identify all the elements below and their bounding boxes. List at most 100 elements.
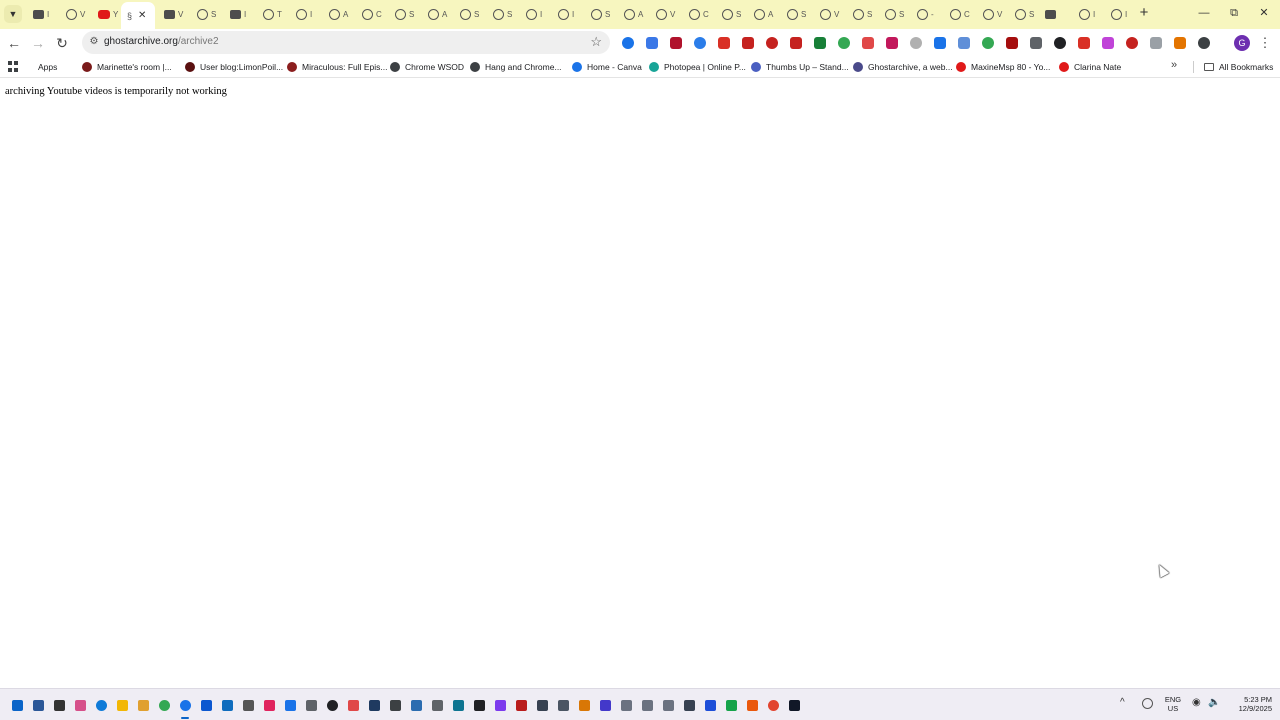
browser-tab[interactable]: S (1012, 5, 1042, 23)
extension-icon[interactable] (907, 34, 925, 52)
url-text[interactable]: ghostarchive.org/archive2 (104, 36, 219, 47)
close-tab-icon[interactable]: ✕ (138, 10, 146, 21)
browser-tab[interactable]: I (227, 5, 257, 23)
system-clock[interactable]: 5:23 PM 12/9/2025 (1226, 695, 1272, 713)
extension-icon[interactable] (619, 34, 637, 52)
taskbar-app-18-icon[interactable] (366, 696, 382, 714)
taskbar-app-24-icon[interactable] (492, 696, 508, 714)
restore-button[interactable]: ⧉ (1224, 4, 1244, 22)
extension-icon[interactable] (883, 34, 901, 52)
taskbar-app-38-icon[interactable] (786, 696, 802, 714)
bookmark-item[interactable]: Hang and Chrome... (470, 59, 562, 75)
taskbar-app-15-icon[interactable] (303, 696, 319, 714)
show-hidden-icons-button[interactable]: ^ (1120, 697, 1125, 708)
address-bar[interactable]: ⚙ ghostarchive.org/archive2 ☆ (82, 31, 610, 54)
reload-button[interactable]: ↻ (52, 33, 72, 53)
browser-tab[interactable]: C (947, 5, 977, 23)
browser-tab[interactable]: I (293, 5, 323, 23)
taskbar-media-icon[interactable] (324, 696, 340, 714)
all-bookmarks-button[interactable]: All Bookmarks (1204, 59, 1273, 75)
browser-tab[interactable]: A (751, 5, 781, 23)
taskbar-app-17-icon[interactable] (345, 696, 361, 714)
bookmark-item[interactable]: Home - Canva (572, 59, 642, 75)
taskbar-app-23-icon[interactable] (471, 696, 487, 714)
extension-icon[interactable] (763, 34, 781, 52)
taskbar-chrome-icon[interactable] (156, 696, 172, 714)
extension-icon[interactable] (1027, 34, 1045, 52)
browser-tab[interactable]: V (63, 5, 93, 23)
network-tray-icon[interactable] (1142, 698, 1153, 709)
tab-search-button[interactable]: ▼ (4, 5, 22, 23)
browser-tab[interactable]: I (1108, 5, 1138, 23)
apps-grid-icon[interactable] (8, 61, 19, 72)
browser-tab[interactable]: I (523, 5, 553, 23)
taskbar-app-20-icon[interactable] (408, 696, 424, 714)
taskbar-file-explorer-icon[interactable] (114, 696, 130, 714)
volume-icon[interactable]: 🔈 (1208, 697, 1220, 708)
bookmark-item[interactable]: MaxineMsp 80 - Yo... (956, 59, 1050, 75)
browser-tab[interactable]: I (30, 5, 60, 23)
extension-icon[interactable] (715, 34, 733, 52)
taskbar-app-29-icon[interactable] (597, 696, 613, 714)
extension-icon[interactable] (1123, 34, 1141, 52)
language-indicator[interactable]: ENG US (1164, 695, 1182, 713)
bookmarks-overflow-button[interactable]: » (1171, 59, 1177, 71)
extension-icon[interactable] (955, 34, 973, 52)
taskbar-outlook-icon[interactable] (219, 696, 235, 714)
taskbar-app-14-icon[interactable] (282, 696, 298, 714)
taskbar-app-4-icon[interactable] (72, 696, 88, 714)
taskbar-app-32-icon[interactable] (660, 696, 676, 714)
extension-icon[interactable] (1075, 34, 1093, 52)
bookmark-item[interactable]: Chrome WSOD (390, 59, 464, 75)
tab-active[interactable]: § ✕ (121, 2, 155, 29)
taskbar-app-7-icon[interactable] (135, 696, 151, 714)
extension-icon[interactable] (835, 34, 853, 52)
taskbar-settings-icon[interactable] (555, 696, 571, 714)
taskbar-app-31-icon[interactable] (639, 696, 655, 714)
browser-tab[interactable]: V (817, 5, 847, 23)
close-window-button[interactable]: ✕ (1254, 4, 1274, 22)
browser-tab[interactable]: T (260, 5, 290, 23)
extension-icon[interactable] (979, 34, 997, 52)
browser-tab[interactable] (1042, 5, 1072, 23)
taskbar-app-36-icon[interactable] (744, 696, 760, 714)
extension-icon[interactable] (1171, 34, 1189, 52)
browser-tab[interactable]: S (588, 5, 618, 23)
browser-tab[interactable]: S (850, 5, 880, 23)
browser-tab[interactable]: I (555, 5, 585, 23)
forward-button[interactable]: → (28, 33, 48, 53)
taskbar-app-26-icon[interactable] (534, 696, 550, 714)
taskbar-edge-icon[interactable] (93, 696, 109, 714)
browser-menu-button[interactable]: ⋮ (1258, 33, 1272, 53)
browser-tab[interactable]: S (194, 5, 224, 23)
back-button[interactable]: ← (4, 33, 24, 53)
minimize-button[interactable]: — (1194, 4, 1214, 22)
browser-tab[interactable]: - (914, 5, 944, 23)
taskbar-brave-icon[interactable] (765, 696, 781, 714)
bookmark-item[interactable]: Ghostarchive, a web... (853, 59, 953, 75)
extension-icon[interactable] (667, 34, 685, 52)
extension-icon[interactable] (931, 34, 949, 52)
taskbar-app-10-icon[interactable] (198, 696, 214, 714)
taskbar-search-icon[interactable] (30, 696, 46, 714)
browser-tab[interactable]: I (1076, 5, 1106, 23)
bookmark-item[interactable]: Miraculous: Full Epis... (287, 59, 388, 75)
extension-icon[interactable] (811, 34, 829, 52)
extension-icon[interactable] (1099, 34, 1117, 52)
browser-tab[interactable]: S (882, 5, 912, 23)
taskbar-app-22-icon[interactable] (450, 696, 466, 714)
wifi-icon[interactable]: ◉ (1192, 697, 1201, 708)
taskbar-app-13-icon[interactable] (261, 696, 277, 714)
bookmark-item[interactable]: Marinette's room |... (82, 59, 172, 75)
extension-icon[interactable] (1147, 34, 1165, 52)
bookmark-item[interactable]: User blog:LimonPoil... (185, 59, 283, 75)
taskbar-app-34-icon[interactable] (702, 696, 718, 714)
browser-tab[interactable]: V (980, 5, 1010, 23)
extension-icon[interactable] (643, 34, 661, 52)
browser-tab[interactable]: S (392, 5, 422, 23)
bookmark-apps[interactable]: Apps (38, 59, 57, 75)
taskbar-start-icon[interactable] (9, 696, 25, 714)
taskbar-chrome-active-icon[interactable] (177, 696, 193, 719)
extension-icon[interactable] (691, 34, 709, 52)
taskbar-app-35-icon[interactable] (723, 696, 739, 714)
